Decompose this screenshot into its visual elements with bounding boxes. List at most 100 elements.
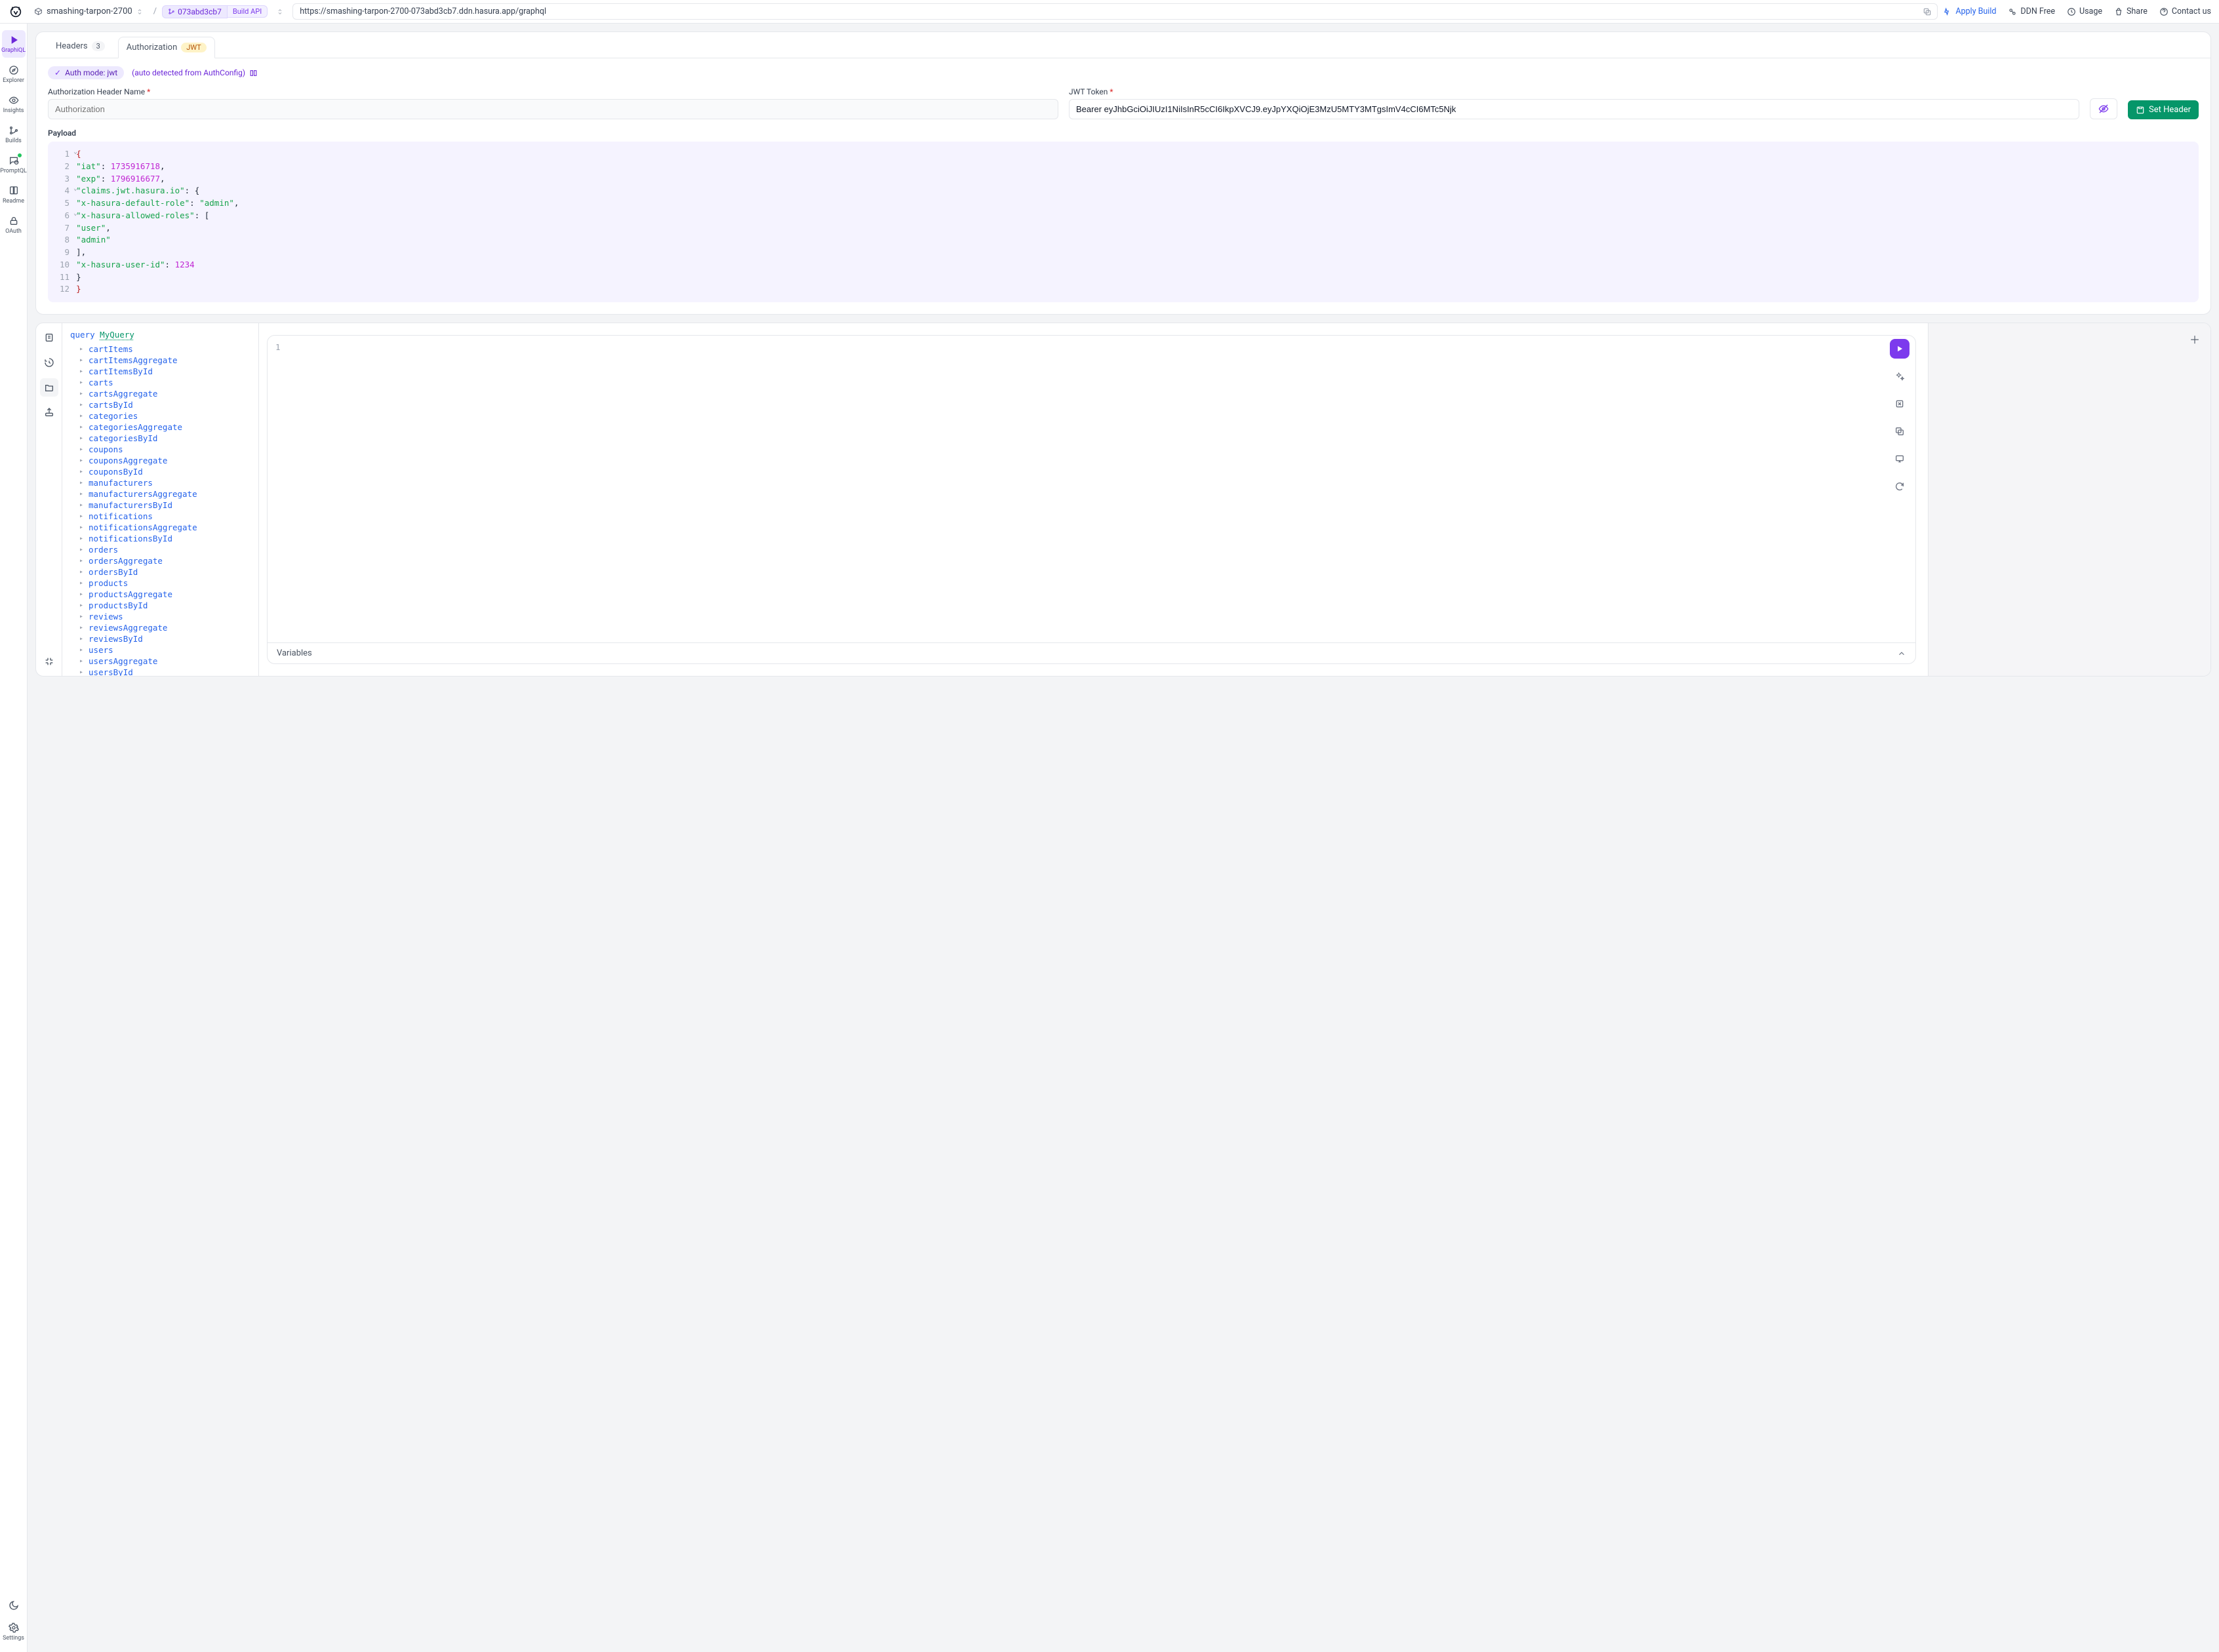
query-field-item[interactable]: productsAggregate	[79, 589, 250, 600]
topbar: smashing-tarpon-2700 / 073abd3cb7 Build …	[0, 0, 2219, 24]
top-links: Apply Build DDN Free Usage Share Contact…	[1943, 7, 2211, 16]
nav-graphiql[interactable]: GraphiQL	[2, 30, 26, 58]
query-field-item[interactable]: manufacturers	[79, 477, 250, 488]
compass-icon	[8, 64, 20, 76]
query-card: query MyQuery cartItemscartItemsAggregat…	[35, 323, 2211, 677]
payload-title: Payload	[48, 128, 2199, 138]
query-field-item[interactable]: cartItems	[79, 344, 250, 355]
variables-toggle[interactable]: Variables	[268, 642, 1915, 663]
headers-count-badge: 3	[92, 41, 105, 51]
left-nav: GraphiQL Explorer Insights Builds Prompt…	[0, 24, 28, 1652]
run-query-button[interactable]	[1890, 339, 1909, 359]
apply-build-link[interactable]: Apply Build	[1943, 7, 1996, 16]
query-field-item[interactable]: cartsById	[79, 399, 250, 410]
book-open-icon	[249, 69, 258, 77]
build-api-label: Build API	[228, 5, 268, 18]
query-field-item[interactable]: manufacturersAggregate	[79, 488, 250, 500]
query-field-item[interactable]: notificationsById	[79, 533, 250, 544]
query-field-item[interactable]: usersById	[79, 667, 250, 676]
merge-button[interactable]	[1890, 394, 1909, 414]
branch-icon	[8, 125, 20, 136]
branch-id: 073abd3cb7	[178, 7, 222, 16]
auth-tabs: Headers 3 Authorization JWT	[36, 32, 2210, 58]
export-button[interactable]	[40, 403, 58, 422]
query-field-item[interactable]: notifications	[79, 511, 250, 522]
contact-link[interactable]: Contact us	[2159, 7, 2211, 16]
query-field-item[interactable]: orders	[79, 544, 250, 555]
nav-builds[interactable]: Builds	[2, 121, 26, 148]
nav-promptql[interactable]: PromptQL	[2, 151, 26, 178]
query-field-item[interactable]: carts	[79, 377, 250, 388]
history-button[interactable]	[40, 353, 58, 372]
auth-card: Headers 3 Authorization JWT ✓ Auth mode:…	[35, 31, 2211, 315]
presentation-button[interactable]	[1890, 449, 1909, 469]
auto-detected-text[interactable]: (auto detected from AuthConfig)	[132, 68, 258, 77]
results-pane: ＋	[1929, 323, 2210, 676]
nav-theme[interactable]	[2, 1596, 26, 1615]
payload-json-viewer: 123456789101112 { "iat": 1735916718, "ex…	[48, 142, 2199, 302]
query-field-item[interactable]: couponsById	[79, 466, 250, 477]
tab-headers[interactable]: Headers 3	[48, 36, 113, 58]
query-field-item[interactable]: ordersAggregate	[79, 555, 250, 566]
query-field-item[interactable]: notificationsAggregate	[79, 522, 250, 533]
project-name: smashing-tarpon-2700	[47, 7, 132, 16]
gear-icon	[8, 1622, 20, 1634]
prettify-button[interactable]	[1890, 366, 1909, 386]
copy-query-button[interactable]	[1890, 422, 1909, 441]
header-name-input[interactable]	[48, 99, 1058, 119]
nav-readme[interactable]: Readme	[2, 181, 26, 208]
query-field-item[interactable]: reviewsById	[79, 633, 250, 644]
eye-icon	[8, 94, 20, 106]
book-icon	[8, 185, 20, 197]
query-field-item[interactable]: ordersById	[79, 566, 250, 578]
jwt-token-label: JWT Token *	[1069, 87, 2079, 96]
query-field-item[interactable]: reviewsAggregate	[79, 622, 250, 633]
tab-authorization[interactable]: Authorization JWT	[118, 37, 215, 58]
query-field-item[interactable]: categoriesAggregate	[79, 422, 250, 433]
query-field-item[interactable]: categoriesById	[79, 433, 250, 444]
query-field-item[interactable]: cartsAggregate	[79, 388, 250, 399]
project-selector[interactable]: smashing-tarpon-2700	[29, 5, 148, 18]
nav-oauth[interactable]: OAuth	[2, 211, 26, 239]
query-editor[interactable]: 1 Variables	[267, 335, 1916, 664]
query-field-item[interactable]: reviews	[79, 611, 250, 622]
nav-explorer[interactable]: Explorer	[2, 60, 26, 88]
query-explorer: query MyQuery cartItemscartItemsAggregat…	[62, 323, 259, 676]
lock-icon	[8, 215, 20, 227]
nav-insights[interactable]: Insights	[2, 90, 26, 118]
build-selector[interactable]: 073abd3cb7 Build API	[162, 5, 268, 18]
query-field-item[interactable]: cartItemsAggregate	[79, 355, 250, 366]
header-name-label: Authorization Header Name *	[48, 87, 1058, 96]
query-field-item[interactable]: users	[79, 644, 250, 656]
new-tab-button[interactable]: ＋	[2189, 331, 2200, 347]
chevron-up-icon	[1897, 649, 1906, 658]
query-header[interactable]: query MyQuery	[70, 330, 250, 340]
moon-icon	[8, 1600, 20, 1611]
query-field-item[interactable]: categories	[79, 410, 250, 422]
query-field-item[interactable]: usersAggregate	[79, 656, 250, 667]
chat-icon	[8, 155, 20, 167]
explorer-pane-button[interactable]	[40, 378, 58, 397]
query-field-item[interactable]: productsById	[79, 600, 250, 611]
share-link[interactable]: Share	[2114, 7, 2148, 16]
jwt-badge: JWT	[181, 43, 206, 52]
nav-settings[interactable]: Settings	[2, 1618, 26, 1645]
hasura-logo-icon	[8, 4, 24, 20]
query-field-item[interactable]: couponsAggregate	[79, 455, 250, 466]
copy-url-icon[interactable]	[1923, 7, 1932, 16]
graphql-endpoint-url[interactable]: https://smashing-tarpon-2700-073abd3cb7.…	[292, 3, 1938, 20]
set-header-button[interactable]: Set Header	[2128, 100, 2199, 119]
query-mini-rail	[36, 323, 62, 676]
query-field-item[interactable]: cartItemsById	[79, 366, 250, 377]
refresh-button[interactable]	[1890, 477, 1909, 496]
toggle-jwt-visibility-button[interactable]	[2090, 98, 2117, 119]
auth-mode-pill: ✓ Auth mode: jwt	[48, 66, 124, 79]
jwt-token-input[interactable]	[1069, 99, 2079, 119]
query-field-item[interactable]: coupons	[79, 444, 250, 455]
ddn-free-link[interactable]: DDN Free	[2008, 7, 2055, 16]
keyboard-shortcuts-button[interactable]	[40, 652, 58, 671]
docs-pane-button[interactable]	[40, 328, 58, 347]
query-field-item[interactable]: manufacturersById	[79, 500, 250, 511]
usage-link[interactable]: Usage	[2067, 7, 2102, 16]
query-field-item[interactable]: products	[79, 578, 250, 589]
